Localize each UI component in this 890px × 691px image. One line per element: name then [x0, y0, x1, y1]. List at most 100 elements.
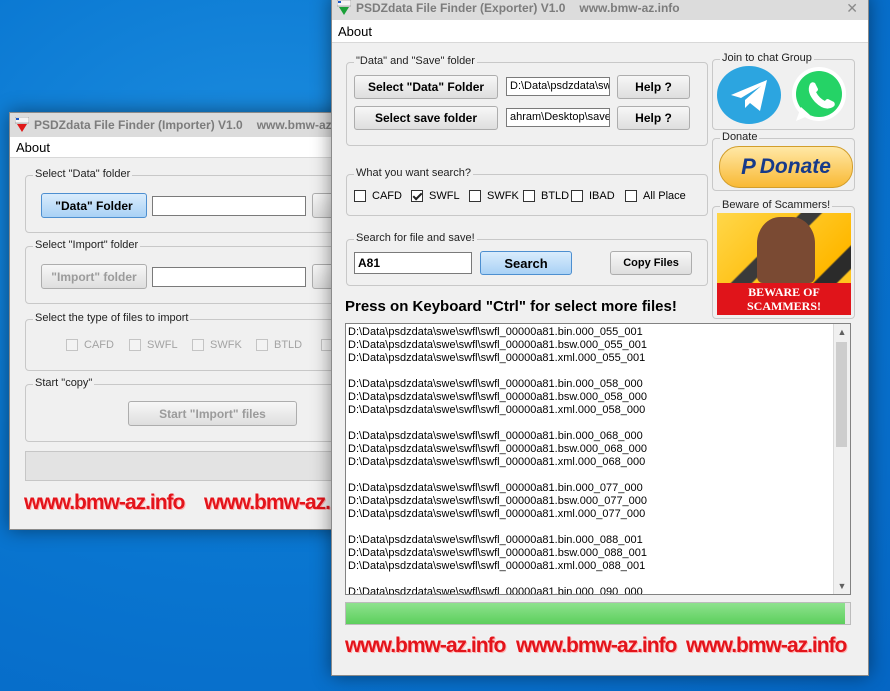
select-data-folder-button[interactable]: Select "Data" Folder [354, 75, 498, 99]
importer-group-data-label: Select "Data" folder [33, 168, 133, 180]
exporter-titlebar[interactable]: PSDZdata File Finder (Exporter) V1.0 www… [332, 0, 868, 20]
list-item[interactable]: D:\Data\psdzdata\swe\swfl\swfl_00000a81.… [348, 391, 832, 404]
importer-titlebar[interactable]: PSDZdata File Finder (Importer) V1.0 www… [10, 113, 346, 137]
progress-bar [345, 602, 851, 625]
search-type-cafd-label: CAFD [372, 190, 402, 202]
save-help-button[interactable]: Help ? [617, 106, 690, 130]
importer-data-folder-button[interactable]: "Data" Folder [41, 193, 147, 218]
importer-watermark-1: www.bmw-az.info [24, 491, 185, 514]
search-type-swfl-label: SWFL [429, 190, 460, 202]
exporter-group-search: Search for file and save! A81 Search Cop… [346, 232, 708, 286]
exporter-watermark-3: www.bmw-az.info [686, 634, 847, 657]
exporter-group-chat-label: Join to chat Group [720, 52, 814, 64]
list-item[interactable] [348, 573, 832, 586]
importer-group-types: Select the type of files to import CAFD … [25, 312, 346, 371]
importer-menubar: About [10, 137, 346, 158]
checkbox-icon [571, 190, 583, 202]
data-path-input[interactable]: D:\Data\psdzdata\sw [506, 77, 610, 96]
importer-type-cafd[interactable]: CAFD [66, 339, 114, 351]
search-type-ibad-label: IBAD [589, 190, 615, 202]
list-item[interactable] [348, 417, 832, 430]
scroll-up-icon[interactable]: ▲ [834, 324, 850, 340]
list-item[interactable]: D:\Data\psdzdata\swe\swfl\swfl_00000a81.… [348, 508, 832, 521]
list-item[interactable]: D:\Data\psdzdata\swe\swfl\swfl_00000a81.… [348, 443, 832, 456]
list-item[interactable]: D:\Data\psdzdata\swe\swfl\swfl_00000a81.… [348, 352, 832, 365]
list-item[interactable]: D:\Data\psdzdata\swe\swfl\swfl_00000a81.… [348, 547, 832, 560]
search-type-all-place-label: All Place [643, 190, 686, 202]
save-path-input[interactable]: ahram\Desktop\save [506, 108, 610, 127]
search-type-swfl[interactable]: SWFL [411, 190, 460, 202]
search-type-swfk[interactable]: SWFK [469, 190, 519, 202]
list-item[interactable]: D:\Data\psdzdata\swe\swfl\swfl_00000a81.… [348, 378, 832, 391]
search-type-btld[interactable]: BTLD [523, 190, 569, 202]
person-photo-icon [757, 217, 815, 283]
results-listbox[interactable]: D:\Data\psdzdata\swe\swfl\swfl_00000a81.… [345, 323, 851, 595]
search-type-btld-label: BTLD [541, 190, 570, 202]
exporter-group-folders: "Data" and "Save" folder Select "Data" F… [346, 55, 708, 146]
donate-label: Donate [759, 155, 831, 178]
importer-import-path-input[interactable] [152, 267, 306, 287]
checkbox-icon [523, 190, 535, 202]
search-type-cafd[interactable]: CAFD [354, 190, 402, 202]
importer-watermark-2: www.bmw-az.info [204, 491, 346, 514]
whatsapp-icon[interactable] [788, 65, 849, 125]
importer-group-types-label: Select the type of files to import [33, 312, 191, 324]
list-item[interactable]: D:\Data\psdzdata\swe\swfl\swfl_00000a81.… [348, 404, 832, 417]
importer-import-folder-button[interactable]: "Import" folder [41, 264, 147, 289]
list-item[interactable]: D:\Data\psdzdata\swe\swfl\swfl_00000a81.… [348, 495, 832, 508]
list-item[interactable]: D:\Data\psdzdata\swe\swfl\swfl_00000a81.… [348, 326, 832, 339]
close-icon[interactable]: ✕ [846, 0, 858, 17]
importer-type-swfk[interactable]: SWFK [192, 339, 242, 351]
list-item[interactable]: D:\Data\psdzdata\swe\swfl\swfl_00000a81.… [348, 430, 832, 443]
exporter-group-donate-label: Donate [720, 131, 760, 143]
checkbox-icon [256, 339, 268, 351]
ctrl-hint-text: Press on Keyboard "Ctrl" for select more… [345, 298, 677, 315]
importer-title: PSDZdata File Finder (Importer) V1.0 [34, 118, 243, 132]
importer-group-data: Select "Data" folder "Data" Folder [25, 168, 346, 233]
copy-files-button[interactable]: Copy Files [610, 251, 692, 275]
scrollbar-thumb[interactable] [836, 342, 847, 447]
exporter-group-search-types: What you want search? CAFD SWFL SWFK BTL… [346, 167, 708, 216]
search-type-swfk-label: SWFK [487, 190, 519, 202]
exporter-window: PSDZdata File Finder (Exporter) V1.0 www… [331, 0, 869, 676]
results-scrollbar[interactable]: ▲ ▼ [833, 324, 850, 594]
importer-type-cafd-label: CAFD [84, 339, 114, 351]
list-item[interactable]: D:\Data\psdzdata\swe\swfl\swfl_00000a81.… [348, 482, 832, 495]
search-input[interactable]: A81 [354, 252, 472, 274]
list-item[interactable]: D:\Data\psdzdata\swe\swfl\swfl_00000a81.… [348, 586, 832, 594]
exporter-group-scam: Beware of Scammers! BEWARE OF SCAMMERS! [712, 199, 855, 319]
scam-banner-line-2: SCAMMERS! [747, 299, 821, 313]
results-lines: D:\Data\psdzdata\swe\swfl\swfl_00000a81.… [348, 326, 832, 594]
list-item[interactable]: D:\Data\psdzdata\swe\swfl\swfl_00000a81.… [348, 560, 832, 573]
checkbox-icon [469, 190, 481, 202]
checkbox-icon [625, 190, 637, 202]
progress-bar-fill [346, 603, 845, 624]
search-type-all-place[interactable]: All Place [625, 190, 686, 202]
list-item[interactable]: D:\Data\psdzdata\swe\swfl\swfl_00000a81.… [348, 534, 832, 547]
importer-type-swfl[interactable]: SWFL [129, 339, 178, 351]
exporter-menu-about[interactable]: About [332, 24, 378, 39]
scroll-down-icon[interactable]: ▼ [834, 578, 850, 594]
exporter-group-search-types-label: What you want search? [354, 167, 473, 179]
importer-status-bar [25, 451, 346, 481]
telegram-icon[interactable] [717, 66, 781, 124]
search-button[interactable]: Search [480, 251, 572, 275]
importer-window: PSDZdata File Finder (Importer) V1.0 www… [9, 112, 347, 530]
search-type-ibad[interactable]: IBAD [571, 190, 615, 202]
list-item[interactable] [348, 469, 832, 482]
list-item[interactable] [348, 521, 832, 534]
app-logo-icon [14, 116, 30, 133]
list-item[interactable]: D:\Data\psdzdata\swe\swfl\swfl_00000a81.… [348, 456, 832, 469]
select-save-folder-button[interactable]: Select save folder [354, 106, 498, 130]
data-help-button[interactable]: Help ? [617, 75, 690, 99]
importer-group-import-label: Select "Import" folder [33, 239, 141, 251]
importer-data-path-input[interactable] [152, 196, 306, 216]
importer-menu-about[interactable]: About [10, 140, 56, 155]
list-item[interactable] [348, 365, 832, 378]
importer-start-import-button[interactable]: Start "Import" files [128, 401, 297, 426]
paypal-donate-button[interactable]: P Donate [719, 146, 853, 188]
list-item[interactable]: D:\Data\psdzdata\swe\swfl\swfl_00000a81.… [348, 339, 832, 352]
importer-type-btld[interactable]: BTLD [256, 339, 302, 351]
checkbox-icon [354, 190, 366, 202]
exporter-title-site: www.bmw-az.info [579, 1, 680, 15]
